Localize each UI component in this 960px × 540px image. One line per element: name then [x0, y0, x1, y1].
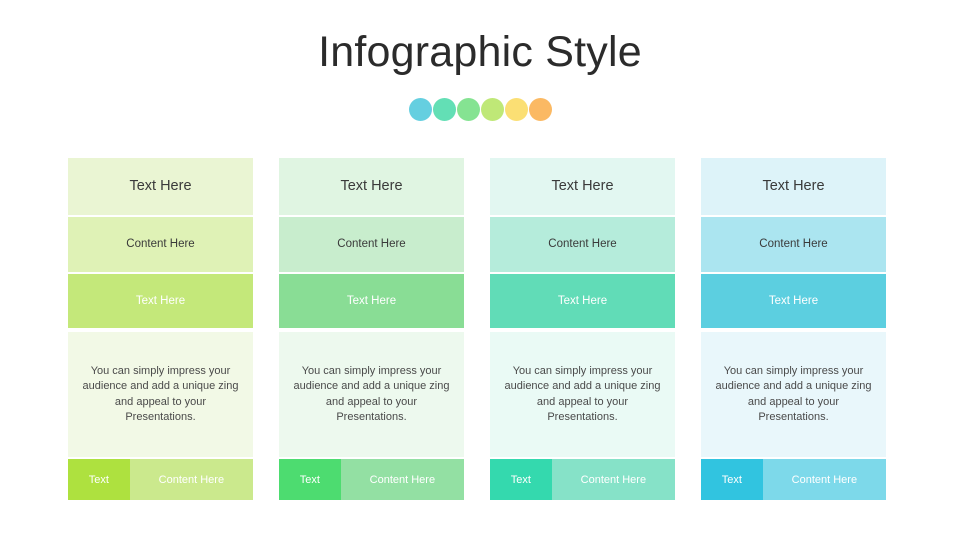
- column-header-cell[interactable]: Text Here: [701, 158, 886, 215]
- footer-text-segment[interactable]: Text: [68, 459, 130, 500]
- column-footer-bar: Text Content Here: [279, 459, 464, 500]
- dot-yellowgreen-icon: [480, 98, 504, 121]
- column-footer-bar: Text Content Here: [68, 459, 253, 500]
- column-accent-cell[interactable]: Text Here: [490, 273, 675, 329]
- footer-text-segment[interactable]: Text: [279, 459, 341, 500]
- page-title: Infographic Style: [318, 28, 642, 76]
- footer-content-segment[interactable]: Content Here: [551, 459, 675, 500]
- column-subheader-cell[interactable]: Content Here: [490, 216, 675, 272]
- column-footer-bar: Text Content Here: [701, 459, 886, 500]
- infographic-columns: Text Here Content Here Text Here You can si…: [68, 158, 886, 500]
- column-body-text: You can simply impress your audience and…: [701, 332, 886, 458]
- column-subheader-cell[interactable]: Content Here: [279, 216, 464, 272]
- dot-yellow-icon: [504, 98, 528, 121]
- footer-text-segment[interactable]: Text: [701, 459, 763, 500]
- column-2: Text Here Content Here Text Here You can si…: [279, 158, 464, 500]
- column-accent-cell[interactable]: Text Here: [68, 273, 253, 329]
- column-body-text: You can simply impress your audience and…: [490, 332, 675, 458]
- column-1: Text Here Content Here Text Here You can si…: [68, 158, 253, 500]
- column-accent-cell[interactable]: Text Here: [701, 273, 886, 329]
- footer-text-segment[interactable]: Text: [490, 459, 552, 500]
- column-4: Text Here Content Here Text Here You can si…: [701, 158, 886, 500]
- column-body-text: You can simply impress your audience and…: [279, 332, 464, 458]
- column-accent-cell[interactable]: Text Here: [279, 273, 464, 329]
- dot-teal-icon: [432, 98, 456, 121]
- column-header-cell[interactable]: Text Here: [68, 158, 253, 215]
- column-subheader-cell[interactable]: Content Here: [68, 216, 253, 272]
- dot-decoration-row: [0, 98, 960, 121]
- dot-green-icon: [456, 98, 480, 121]
- dot-orange-icon: [528, 98, 552, 121]
- column-header-cell[interactable]: Text Here: [490, 158, 675, 215]
- footer-content-segment[interactable]: Content Here: [340, 459, 464, 500]
- dot-cyan-icon: [408, 98, 432, 121]
- column-3: Text Here Content Here Text Here You can si…: [490, 158, 675, 500]
- column-subheader-cell[interactable]: Content Here: [701, 216, 886, 272]
- footer-content-segment[interactable]: Content Here: [762, 459, 886, 500]
- footer-content-segment[interactable]: Content Here: [129, 459, 253, 500]
- column-header-cell[interactable]: Text Here: [279, 158, 464, 215]
- column-body-text: You can simply impress your audience and…: [68, 332, 253, 458]
- column-footer-bar: Text Content Here: [490, 459, 675, 500]
